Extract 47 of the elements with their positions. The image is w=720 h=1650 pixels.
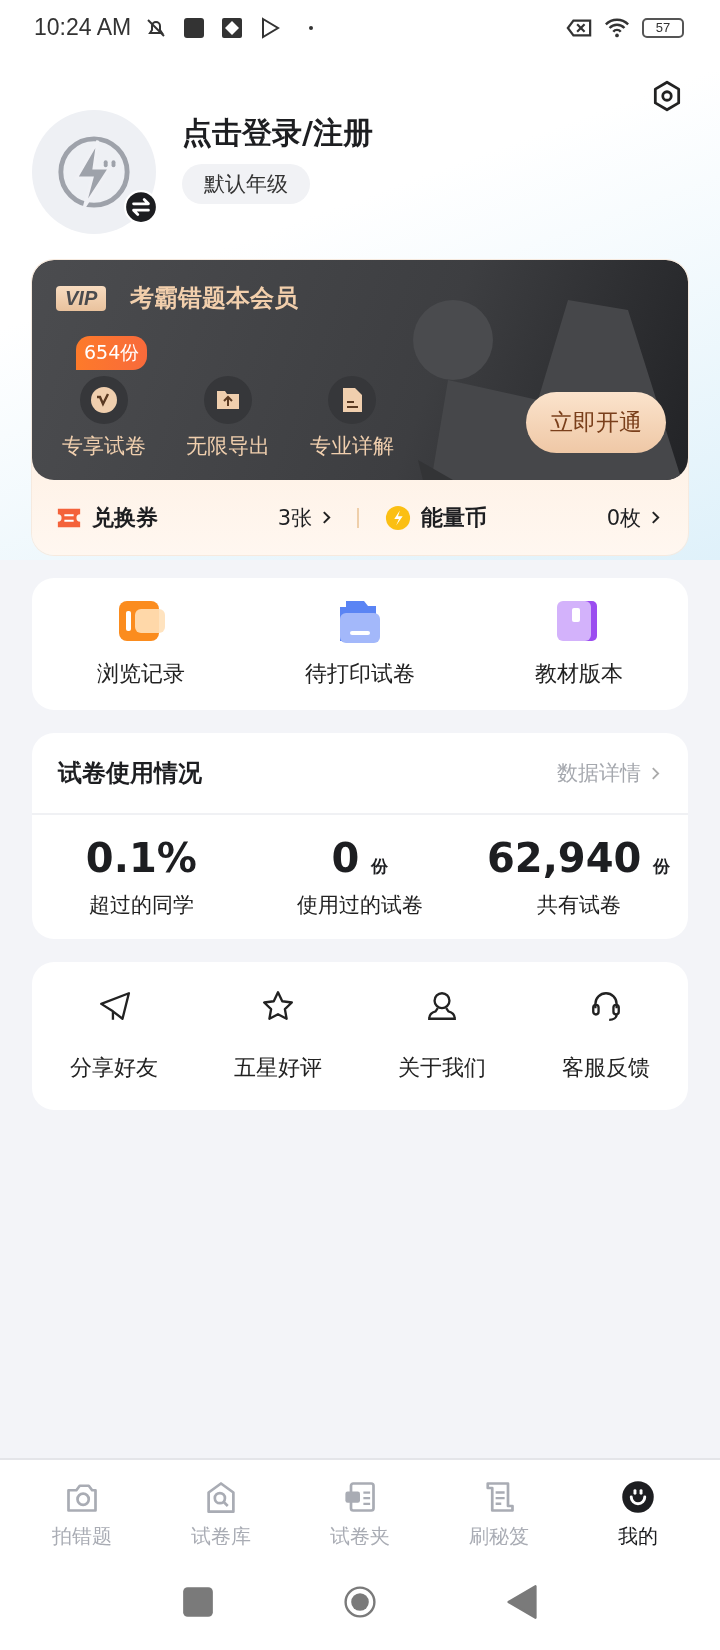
tab[interactable]: 我的 [568,1478,708,1550]
quick-link[interactable]: 教材版本 [469,599,688,689]
dot-icon [309,25,314,30]
quick-link[interactable]: 浏览记录 [32,599,251,689]
person-icon [425,989,459,1023]
feature-label: 无限导出 [186,433,270,460]
section-title: 试卷使用情况 [58,758,202,789]
stat-unit: 份 [653,855,671,878]
grade-chip[interactable]: 默认年级 [182,163,310,204]
count-badge: 654份 [76,336,148,370]
stat-label: 超过的同学 [88,892,194,919]
chevron-icon [651,765,660,781]
stat-label: 使用过的试卷 [297,892,423,919]
vip-badge: VIP [56,285,107,311]
activate-button[interactable]: 立即开通 [526,391,666,453]
headset-icon [589,989,623,1023]
home-button[interactable] [344,1584,376,1620]
back-button[interactable] [506,1584,538,1620]
vip-title: 考霸错题本会员 [130,283,299,314]
battery-level: 57 [655,20,671,35]
paper-plane-icon [97,989,131,1023]
quick-link[interactable]: 待打印试卷 [250,599,470,689]
stat-value: 0 [331,835,360,881]
lightning-logo-icon [55,133,133,211]
lightning-coin-icon [385,504,411,531]
menu-item[interactable]: 五星好评 [196,989,360,1083]
login-link[interactable]: 点击登录/注册 [182,112,373,154]
swap-icon[interactable] [124,190,158,224]
star-icon [261,989,295,1023]
menu-item[interactable]: 分享好友 [32,989,196,1083]
feature-label: 专享试卷 [62,433,146,460]
stat-value: 0.1% [85,835,197,881]
document-icon [328,376,376,424]
menu-item[interactable]: 关于我们 [360,989,524,1083]
chevron-icon [322,510,331,525]
stat-unit: 份 [371,855,389,878]
stat-label: 共有试卷 [536,892,621,919]
stat-value: 62,940 [487,835,642,881]
chevron-icon [651,510,660,525]
smiley-icon [620,1478,657,1515]
wallet-item[interactable]: 兑换券 3张 [56,502,331,533]
folder-upload-icon [204,376,252,424]
menu-item[interactable]: 客服反馈 [524,989,688,1083]
feature-label: 专业详解 [310,433,394,460]
wallet-item[interactable]: 能量币 0枚 [385,502,660,533]
recents-button[interactable] [182,1584,214,1620]
status-time: 10:24 AM [34,14,132,41]
